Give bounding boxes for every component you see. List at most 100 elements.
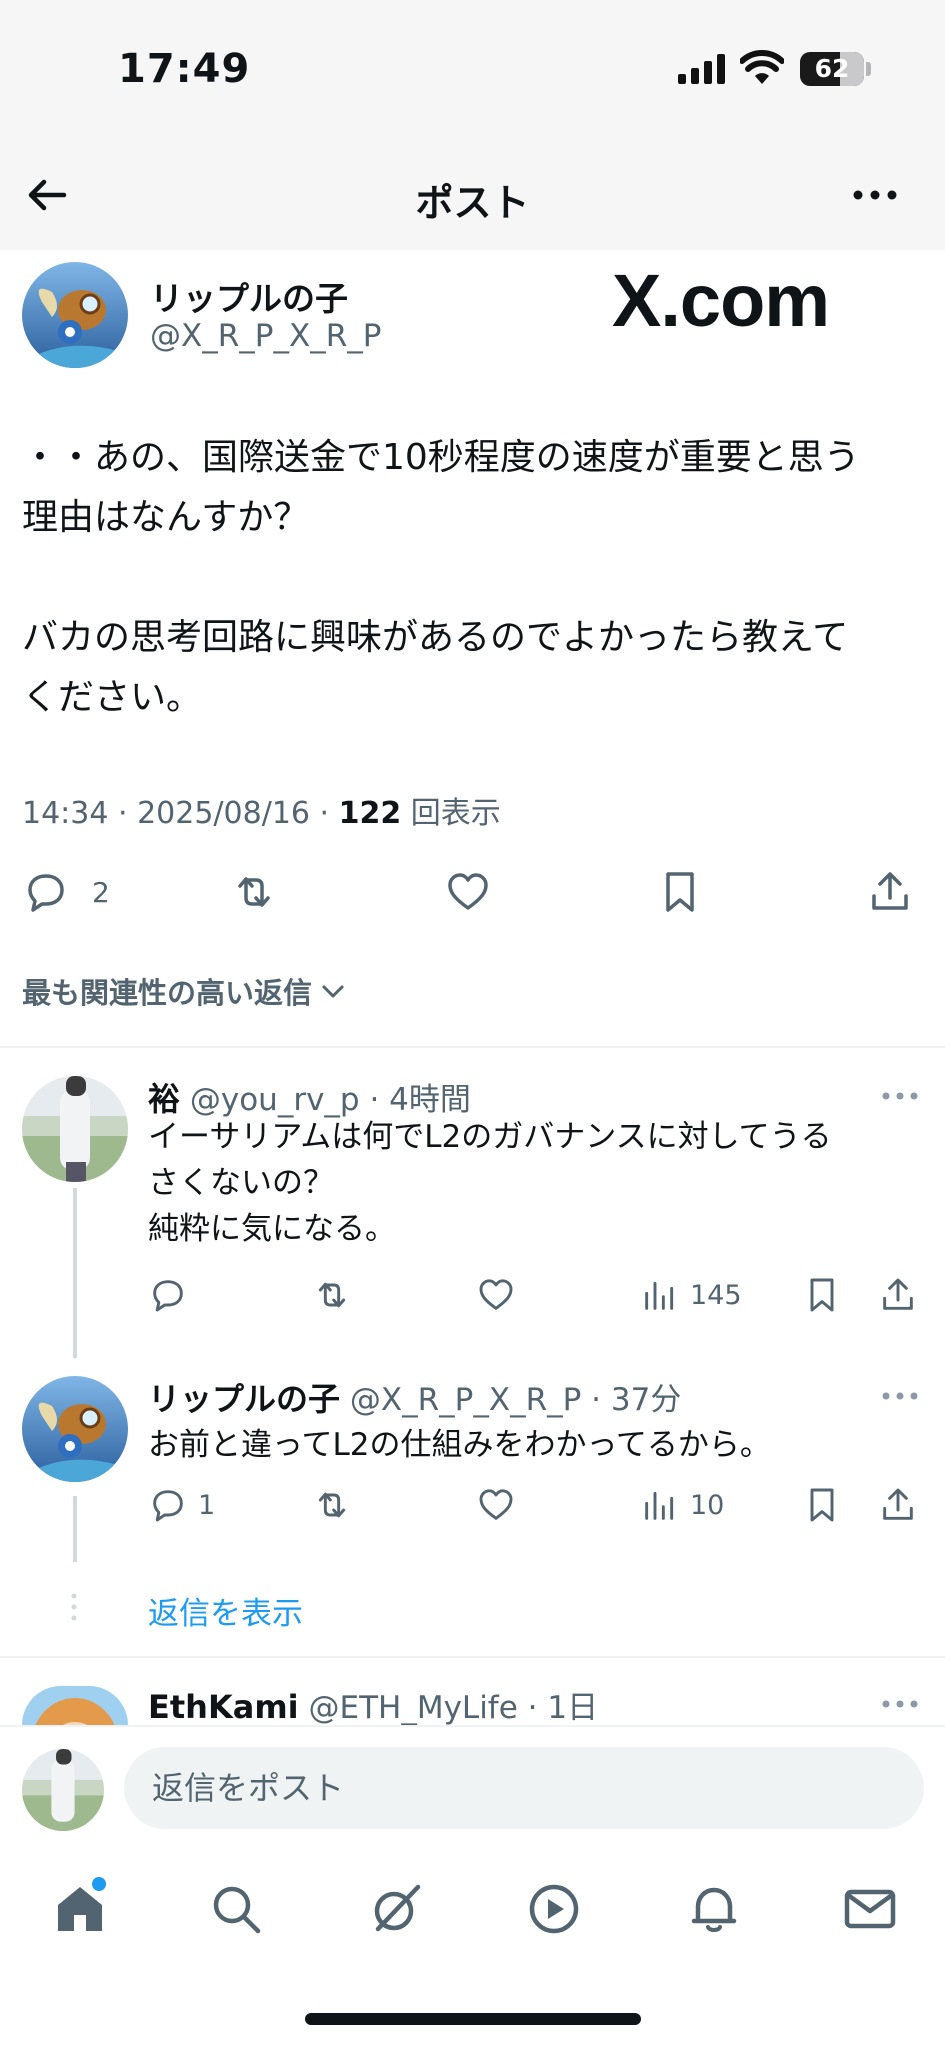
more-options-icon[interactable] [880, 1088, 920, 1104]
author-avatar[interactable] [22, 262, 128, 368]
heart-icon [479, 1279, 513, 1310]
bookmark-icon [810, 1278, 834, 1312]
reply-age: 37分 [610, 1382, 682, 1418]
watermark-logo: X.com [612, 259, 830, 342]
post-body: ・・あの、国際送金で10秒程度の速度が重要と思う 理由はなんすか？ バカの思考回… [22, 428, 922, 728]
views-button[interactable]: 145 [640, 1270, 742, 1320]
share-button[interactable] [866, 862, 914, 922]
search-icon[interactable] [208, 1881, 264, 1937]
reply-line: イーサリアムは何でL2のガバナンスに対してうる [148, 1119, 832, 1155]
heart-icon [448, 873, 488, 910]
post-line [22, 548, 922, 608]
analytics-icon [645, 1281, 674, 1310]
reply-sort-dropdown[interactable]: 最も関連性の高い返信 [22, 970, 348, 1012]
bookmark-icon [810, 1488, 834, 1522]
reply-count: 2 [92, 875, 110, 909]
bookmark-icon [666, 872, 694, 912]
page-title: ポスト [415, 181, 530, 225]
reply-avatar[interactable] [22, 1376, 128, 1482]
reply-icon [153, 1280, 183, 1312]
share-button[interactable] [878, 1270, 918, 1320]
chevron-down-icon [322, 985, 344, 998]
reply-button[interactable]: 2 [22, 862, 110, 922]
current-user-avatar[interactable] [22, 1749, 104, 1831]
messages-icon[interactable] [842, 1881, 898, 1937]
reply-author-handle[interactable]: @you_rv_p [190, 1082, 360, 1118]
reply-avatar[interactable] [22, 1076, 128, 1182]
reply-icon [153, 1490, 183, 1522]
thread-continuation-icon [71, 1593, 77, 1621]
reply-header: リップルの子 @X_R_P_X_R_P · 37分 [148, 1380, 682, 1418]
notifications-icon[interactable] [686, 1881, 742, 1937]
repost-icon [238, 877, 270, 907]
bottom-tab-bar [0, 1845, 945, 2048]
bookmark-button[interactable] [802, 1270, 842, 1320]
repost-button[interactable] [230, 862, 278, 922]
post-line: バカの思考回路に興味があるのでよかったら教えて [22, 617, 849, 658]
view-count: 145 [690, 1279, 742, 1311]
heart-icon [479, 1489, 513, 1520]
bookmark-button[interactable] [802, 1480, 842, 1530]
post-line: ください。 [22, 677, 203, 718]
reply-author-name[interactable]: 裕 [148, 1080, 180, 1118]
home-notification-dot [92, 1877, 106, 1891]
divider [0, 1046, 945, 1048]
battery-icon: 62 [800, 52, 864, 86]
reply-header: EthKami @ETH_MyLife · 1日 [148, 1688, 599, 1726]
post-line: 理由はなんすか？ [22, 497, 310, 538]
share-icon [872, 872, 908, 910]
more-options-icon[interactable] [850, 180, 900, 210]
post-time: 14:34 [22, 796, 109, 831]
show-replies-link[interactable]: 返信を表示 [148, 1588, 303, 1633]
reply-text: イーサリアムは何でL2のガバナンスに対してうる さくないの？ 純粋に気になる。 [148, 1114, 908, 1252]
post-meta: 14:34 · 2025/08/16 · 122 回表示 [22, 796, 501, 831]
like-button[interactable] [444, 862, 492, 922]
repost-button[interactable] [312, 1270, 352, 1320]
status-bar: 17:49 62 [0, 0, 945, 140]
reply-line: さくないの？ [148, 1165, 334, 1201]
post-actions: 2 [0, 862, 945, 922]
reply-count: 1 [198, 1489, 216, 1521]
author-name[interactable]: リップルの子 [150, 272, 348, 320]
views-button[interactable]: 10 [640, 1480, 724, 1530]
status-time: 17:49 [118, 46, 251, 92]
post-date: 2025/08/16 [137, 796, 310, 831]
more-options-icon[interactable] [880, 1696, 920, 1712]
repost-button[interactable] [312, 1480, 352, 1530]
reply-line: 純粋に気になる。 [148, 1211, 396, 1247]
bookmark-button[interactable] [656, 862, 704, 922]
reply-text: お前と違ってL2の仕組みをわかってるから。 [148, 1422, 908, 1468]
reply-author-name[interactable]: EthKami [148, 1688, 299, 1726]
reply-age: 4時間 [389, 1082, 471, 1118]
repost-icon [318, 1282, 346, 1308]
battery-cap [866, 62, 871, 76]
reply-actions: 1 10 [0, 1480, 945, 1530]
nav-header: ポスト [0, 140, 945, 250]
reply-author-handle[interactable]: @X_R_P_X_R_P [350, 1382, 581, 1418]
reply-button[interactable]: 1 [148, 1480, 215, 1530]
video-icon[interactable] [526, 1881, 582, 1937]
wifi-icon [740, 50, 784, 84]
reply-author-handle[interactable]: @ETH_MyLife [309, 1690, 518, 1726]
like-button[interactable] [476, 1270, 516, 1320]
reply-input[interactable]: 返信をポスト [124, 1747, 924, 1829]
more-options-icon[interactable] [880, 1388, 920, 1404]
reply-button[interactable] [148, 1270, 188, 1320]
author-handle[interactable]: @X_R_P_X_R_P [150, 318, 381, 354]
sort-label: 最も関連性の高い返信 [22, 976, 313, 1010]
reply-author-name[interactable]: リップルの子 [148, 1380, 340, 1418]
share-icon [883, 1488, 913, 1520]
share-button[interactable] [878, 1480, 918, 1530]
share-icon [883, 1278, 913, 1310]
cellular-signal-icon [678, 54, 725, 84]
battery-percent: 62 [814, 54, 850, 83]
analytics-icon [645, 1491, 674, 1520]
like-button[interactable] [476, 1480, 516, 1530]
divider [0, 1656, 945, 1658]
reply-avatar[interactable] [22, 1686, 128, 1725]
grok-icon[interactable] [368, 1881, 424, 1937]
reply-compose-bar: 返信をポスト [0, 1725, 945, 1845]
view-count: 10 [690, 1489, 725, 1521]
repost-icon [318, 1492, 346, 1518]
reply-actions: 145 [0, 1270, 945, 1320]
